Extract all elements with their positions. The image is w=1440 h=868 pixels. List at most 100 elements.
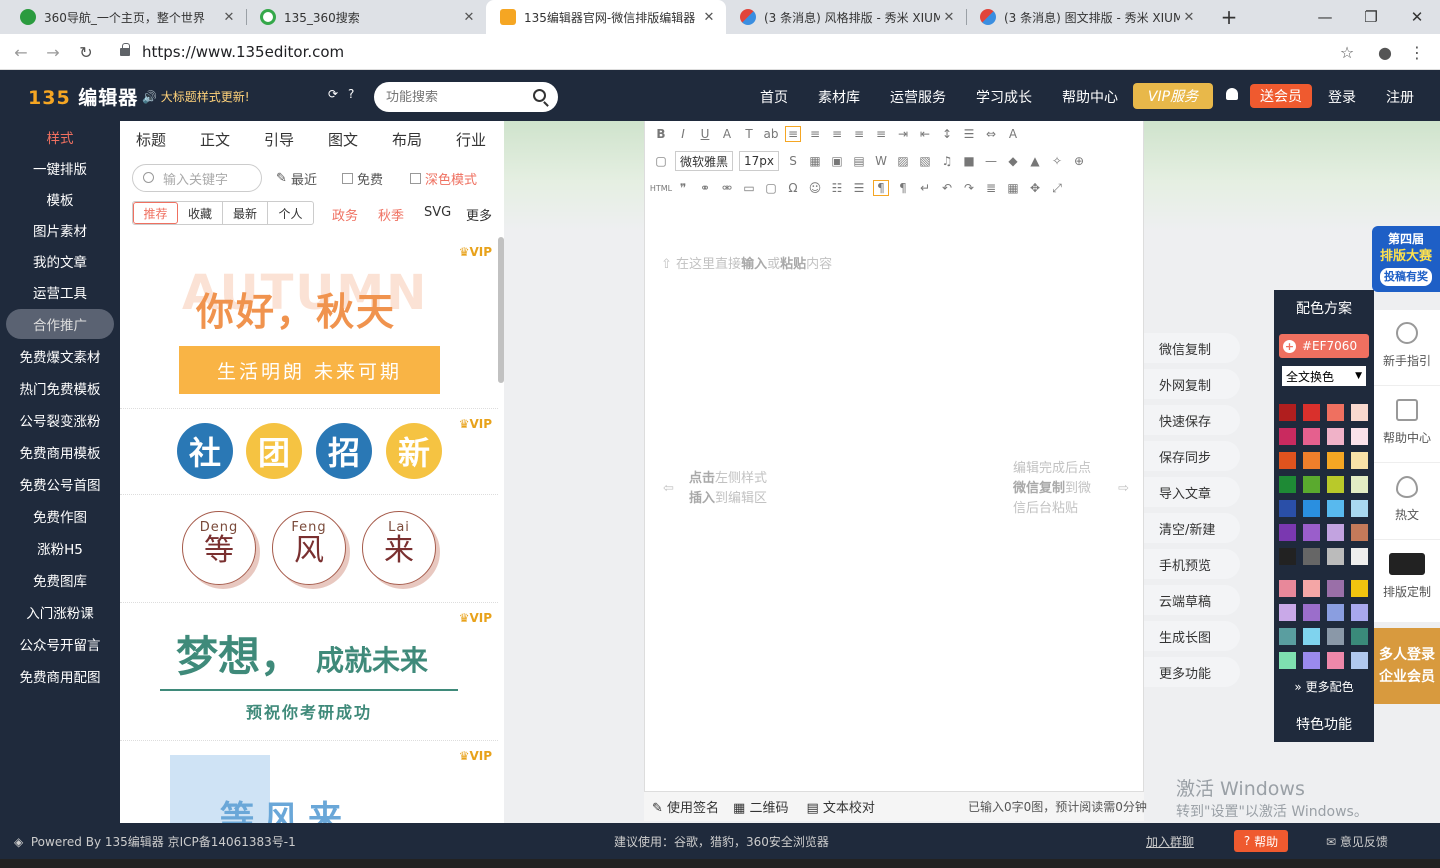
color-swatch[interactable]: [1327, 652, 1344, 669]
nav-learning[interactable]: 学习成长: [976, 87, 1032, 107]
quote-icon[interactable]: ❞: [675, 180, 691, 196]
color-swatch[interactable]: [1327, 428, 1344, 445]
color-swatch[interactable]: [1279, 500, 1296, 517]
redo-icon[interactable]: ↷: [961, 180, 977, 196]
ltr-icon[interactable]: ¶: [873, 180, 889, 196]
color-swatch[interactable]: [1303, 428, 1320, 445]
forward-arrow-icon[interactable]: →: [42, 41, 64, 63]
color-swatch[interactable]: [1351, 476, 1368, 493]
color-swatch[interactable]: [1279, 604, 1296, 621]
color-swatch[interactable]: [1351, 548, 1368, 565]
color-swatch[interactable]: [1351, 628, 1368, 645]
browser-tab[interactable]: (3 条消息) 图文排版 - 秀米 XIUM ✕: [966, 0, 1206, 34]
custom-layout-item[interactable]: 排版定制: [1374, 541, 1440, 617]
subtab-favorites[interactable]: 收藏: [178, 202, 223, 224]
left-nav-item[interactable]: 公众号开留言: [0, 629, 120, 659]
browser-tab-active[interactable]: 135编辑器官网-微信排版编辑器 ✕: [486, 0, 726, 34]
gallery-icon[interactable]: ▧: [917, 153, 933, 169]
color-swatch[interactable]: [1327, 476, 1344, 493]
color-swatch[interactable]: [1327, 500, 1344, 517]
italic-icon[interactable]: I: [675, 126, 691, 142]
search-icon[interactable]: [533, 89, 546, 102]
left-nav-item[interactable]: 一键排版: [0, 153, 120, 183]
color-swatch[interactable]: [1327, 580, 1344, 597]
notice-link[interactable]: 🔊 大标题样式更新!: [142, 88, 250, 105]
letter-spacing-icon[interactable]: ⇔: [983, 126, 999, 142]
external-copy-button[interactable]: 外网复制: [1144, 369, 1240, 399]
color-swatch[interactable]: [1351, 500, 1368, 517]
line-height-icon[interactable]: ↕: [939, 126, 955, 142]
recent-filter[interactable]: ✎ 最近: [276, 165, 317, 191]
tab-image-text[interactable]: 图文: [328, 129, 358, 150]
site-logo[interactable]: 135 编辑器: [28, 83, 138, 110]
eraser-icon[interactable]: ◆: [1005, 153, 1021, 169]
edit-frame-icon[interactable]: ▢: [763, 180, 779, 196]
font-size-icon[interactable]: A: [1005, 126, 1021, 142]
magic-wand-icon[interactable]: ✧: [1049, 153, 1065, 169]
color-swatch[interactable]: [1351, 452, 1368, 469]
indent-icon[interactable]: ⇥: [895, 126, 911, 142]
tab-body[interactable]: 正文: [200, 129, 230, 150]
text-bg-icon[interactable]: T: [741, 126, 757, 142]
color-swatch[interactable]: [1327, 604, 1344, 621]
omega-icon[interactable]: Ω: [785, 180, 801, 196]
insert-frame-icon[interactable]: ▭: [741, 180, 757, 196]
left-nav-item[interactable]: 免费爆文素材: [0, 341, 120, 371]
restore-button[interactable]: ❐: [1348, 0, 1394, 34]
left-nav-item[interactable]: 免费公号首图: [0, 469, 120, 499]
subtab-latest[interactable]: 最新: [223, 202, 268, 224]
keyword-input[interactable]: 输入关键字: [132, 164, 262, 192]
color-swatch[interactable]: [1279, 548, 1296, 565]
color-swatch[interactable]: [1327, 404, 1344, 421]
subtab-recommend[interactable]: 推荐: [133, 202, 178, 224]
editor-placeholder[interactable]: ⇧ 在这里直接输入或粘贴内容: [661, 253, 832, 272]
layout-icon[interactable]: ▤: [851, 153, 867, 169]
feedback-link[interactable]: ✉ 意见反馈: [1326, 833, 1388, 850]
close-icon[interactable]: ✕: [1180, 10, 1198, 25]
left-nav-item[interactable]: 免费商用配图: [0, 661, 120, 691]
color-swatch[interactable]: [1303, 500, 1320, 517]
style-card[interactable]: ♛VIP 等风来: [120, 741, 498, 823]
browser-tab[interactable]: (3 条消息) 风格排版 - 秀米 XIUM ✕: [726, 0, 966, 34]
color-mode-select[interactable]: 全文换色: [1282, 366, 1366, 386]
undo-icon[interactable]: ↶: [939, 180, 955, 196]
color-swatch[interactable]: [1303, 452, 1320, 469]
long-image-button[interactable]: 生成长图: [1144, 621, 1240, 651]
rtl-icon[interactable]: ¶: [895, 180, 911, 196]
align-justify-icon[interactable]: ≡: [851, 126, 867, 142]
style-card[interactable]: Deng 等 Feng 风 Lai 来: [120, 495, 498, 603]
current-color-button[interactable]: + #EF7060: [1279, 334, 1369, 358]
refresh-icon[interactable]: ⟳: [328, 87, 338, 101]
dark-mode-checkbox[interactable]: 深色模式: [410, 165, 477, 191]
unordered-list-icon[interactable]: ☰: [851, 180, 867, 196]
more-colors-link[interactable]: » 更多配色: [1274, 678, 1374, 695]
tab-guide[interactable]: 引导: [264, 129, 294, 150]
color-swatch[interactable]: [1303, 548, 1320, 565]
color-swatch[interactable]: [1303, 476, 1320, 493]
color-swatch[interactable]: [1351, 524, 1368, 541]
horizontal-rule-icon[interactable]: —: [983, 153, 999, 169]
close-icon[interactable]: ✕: [700, 10, 718, 25]
browser-tab[interactable]: 360导航_一个主页，整个世界 ✕: [6, 0, 246, 34]
special-features-button[interactable]: 特色功能: [1274, 714, 1374, 734]
left-nav-item[interactable]: 样式: [0, 122, 120, 152]
help-icon[interactable]: ?: [348, 87, 354, 101]
left-nav-item[interactable]: 图片素材: [0, 215, 120, 245]
back-arrow-icon[interactable]: ←: [10, 41, 32, 63]
highlight-icon[interactable]: ab: [763, 126, 779, 142]
fullscreen-icon[interactable]: ⤢: [1049, 180, 1065, 196]
bold-icon[interactable]: B: [653, 126, 669, 142]
left-nav-item[interactable]: 公号裂变涨粉: [0, 405, 120, 435]
style-card[interactable]: ♛VIP 社 团 招 新: [120, 409, 498, 495]
quick-save-button[interactable]: 快速保存: [1144, 405, 1240, 435]
close-icon[interactable]: ✕: [220, 10, 238, 25]
close-window-button[interactable]: ✕: [1394, 0, 1440, 34]
color-swatch[interactable]: [1351, 604, 1368, 621]
wechat-copy-button[interactable]: 微信复制: [1144, 333, 1240, 363]
color-swatch[interactable]: [1303, 604, 1320, 621]
color-swatch[interactable]: [1279, 404, 1296, 421]
close-icon[interactable]: ✕: [940, 10, 958, 25]
emoji-icon[interactable]: ☺: [807, 180, 823, 196]
color-swatch[interactable]: [1327, 548, 1344, 565]
video-icon[interactable]: ■: [961, 153, 977, 169]
